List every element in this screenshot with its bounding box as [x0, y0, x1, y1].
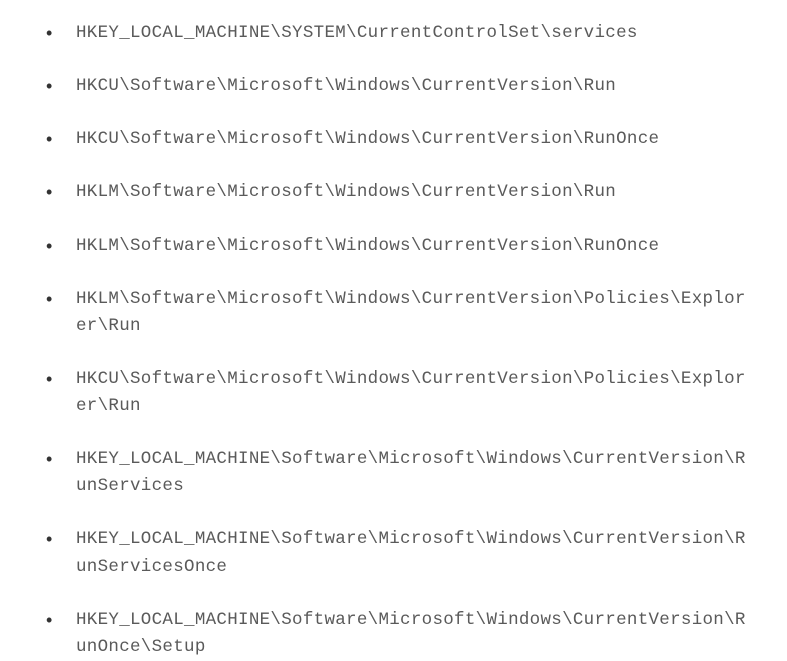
list-item: HKLM\Software\Microsoft\Windows\CurrentV…	[40, 179, 747, 206]
list-item: HKEY_LOCAL_MACHINE\Software\Microsoft\Wi…	[40, 446, 747, 500]
list-item: HKEY_LOCAL_MACHINE\SYSTEM\CurrentControl…	[40, 20, 747, 47]
list-item: HKLM\Software\Microsoft\Windows\CurrentV…	[40, 286, 747, 340]
list-item: HKCU\Software\Microsoft\Windows\CurrentV…	[40, 73, 747, 100]
list-item: HKCU\Software\Microsoft\Windows\CurrentV…	[40, 366, 747, 420]
list-item: HKEY_LOCAL_MACHINE\Software\Microsoft\Wi…	[40, 526, 747, 580]
registry-paths-list: HKEY_LOCAL_MACHINE\SYSTEM\CurrentControl…	[40, 20, 747, 661]
list-item: HKCU\Software\Microsoft\Windows\CurrentV…	[40, 126, 747, 153]
list-item: HKLM\Software\Microsoft\Windows\CurrentV…	[40, 233, 747, 260]
